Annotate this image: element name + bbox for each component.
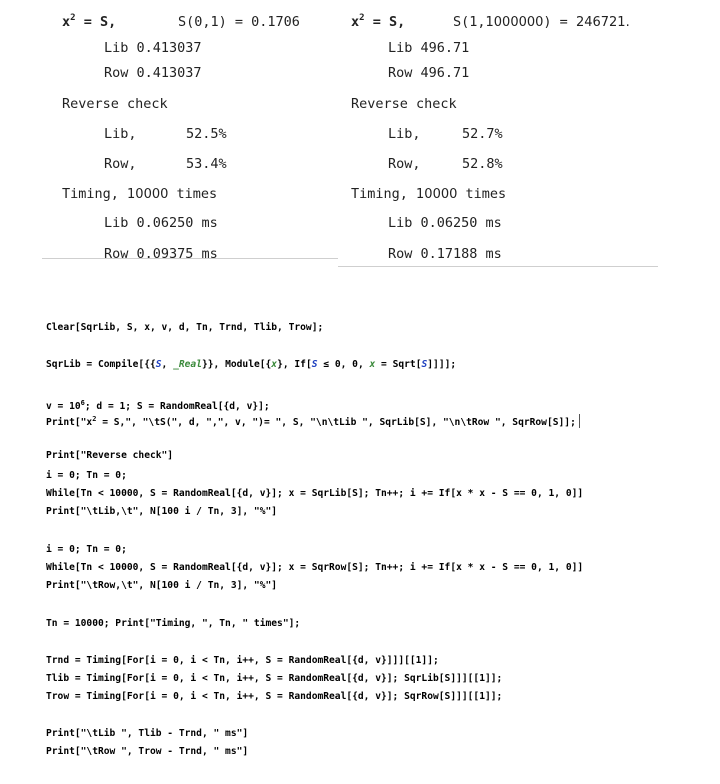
right-timing-lib: Lib 0.06250 ms bbox=[388, 215, 502, 231]
right-timing-row: Row 0.17188 ms bbox=[388, 246, 502, 262]
right-rev-lib-value: 52.7% bbox=[462, 126, 503, 142]
left-rev-lib-value: 52.5% bbox=[186, 126, 227, 142]
code-line-trnd[interactable]: Trnd = Timing[For[i = 0, i < Tn, i++, S … bbox=[46, 655, 439, 667]
code-line-print-reverse[interactable]: Print["Reverse check"] bbox=[46, 450, 173, 462]
left-rev-row-label: Row, bbox=[104, 156, 137, 172]
code-line-print-row[interactable]: Print["\tRow,\t", N[100 i / Tn, 3], "%"] bbox=[46, 580, 277, 592]
left-rev-row-value: 53.4% bbox=[186, 156, 227, 172]
code-line-reset-2[interactable]: i = 0; Tn = 0; bbox=[46, 544, 127, 556]
code-line-tlib[interactable]: Tlib = Timing[For[i = 0, i < Tn, i++, S … bbox=[46, 673, 502, 685]
right-rev-row-value: 52.8% bbox=[462, 156, 503, 172]
right-rev-row-label: Row, bbox=[388, 156, 421, 172]
code-line-print-header[interactable]: Print["x2 = S,", "\tS(", d, ",", v, ")= … bbox=[46, 413, 580, 429]
right-header-s: S(1,1000000) = 246721. bbox=[453, 14, 630, 30]
left-lib-value: Lib 0.413037 bbox=[104, 40, 202, 56]
code-line-reset-1[interactable]: i = 0; Tn = 0; bbox=[46, 470, 127, 482]
right-timing-title: Timing, 10000 times bbox=[351, 186, 507, 202]
left-cell-divider bbox=[42, 258, 338, 259]
left-timing-lib: Lib 0.06250 ms bbox=[104, 215, 218, 231]
right-lib-value: Lib 496.71 bbox=[388, 40, 470, 56]
code-line-init[interactable]: v = 106; d = 1; S = RandomReal[{d, v}]; bbox=[46, 397, 270, 413]
code-line-timing-print[interactable]: Tn = 10000; Print["Timing, ", Tn, " time… bbox=[46, 618, 300, 630]
left-timing-title: Timing, 10000 times bbox=[62, 186, 218, 202]
right-row-value: Row 496.71 bbox=[388, 65, 470, 81]
cell-bracket-marker bbox=[578, 414, 580, 429]
left-timing-row: Row 0.09375 ms bbox=[104, 246, 218, 262]
code-line-print-trow[interactable]: Print["\tRow ", Trow - Trnd, " ms"] bbox=[46, 746, 248, 758]
code-line-while-row[interactable]: While[Tn < 10000, S = RandomReal[{d, v}]… bbox=[46, 562, 583, 574]
code-line-while-lib[interactable]: While[Tn < 10000, S = RandomReal[{d, v}]… bbox=[46, 488, 583, 500]
left-rev-lib-label: Lib, bbox=[104, 126, 137, 142]
left-row-value: Row 0.413037 bbox=[104, 65, 202, 81]
left-header-s: S(0,1) = 0.1706 bbox=[178, 14, 300, 30]
code-line-clear[interactable]: Clear[SqrLib, S, x, v, d, Tn, Trnd, Tlib… bbox=[46, 322, 323, 334]
right-cell-divider bbox=[338, 266, 658, 267]
right-reverse-title: Reverse check bbox=[351, 96, 457, 112]
code-line-trow[interactable]: Trow = Timing[For[i = 0, i < Tn, i++, S … bbox=[46, 691, 502, 703]
code-line-print-tlib[interactable]: Print["\tLib ", Tlib - Trnd, " ms"] bbox=[46, 728, 248, 740]
left-header: x2 = S, bbox=[62, 13, 117, 31]
left-reverse-title: Reverse check bbox=[62, 96, 168, 112]
code-line-compile[interactable]: SqrLib = Compile[{{S, _Real}}, Module[{x… bbox=[46, 359, 456, 371]
code-line-print-lib[interactable]: Print["\tLib,\t", N[100 i / Tn, 3], "%"] bbox=[46, 506, 277, 518]
right-header: x2 = S, bbox=[351, 13, 406, 31]
right-rev-lib-label: Lib, bbox=[388, 126, 421, 142]
